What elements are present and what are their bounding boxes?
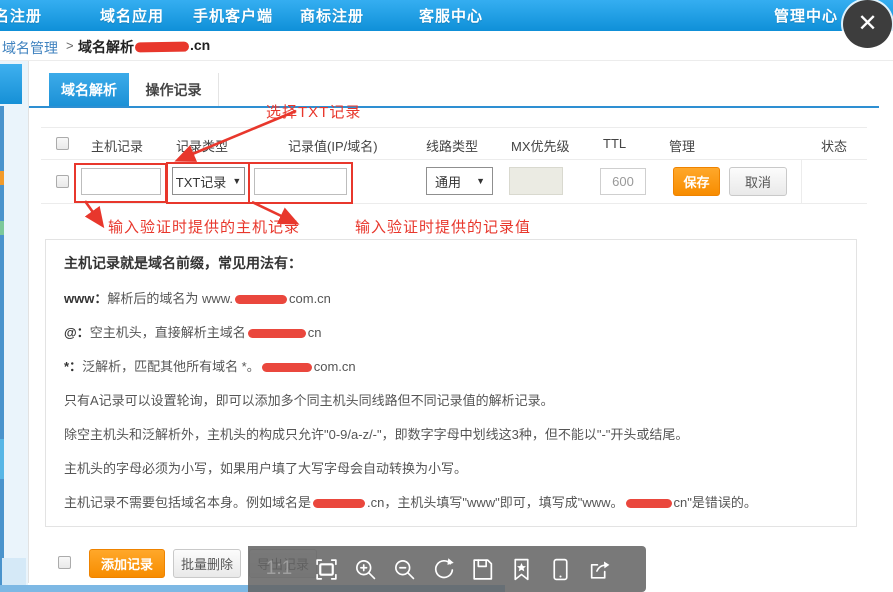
close-icon: ✕ bbox=[857, 12, 877, 36]
redaction-mark bbox=[262, 363, 312, 372]
redaction-mark bbox=[135, 42, 189, 53]
background-fragment bbox=[0, 221, 4, 235]
tab-operation-log[interactable]: 操作记录 bbox=[129, 73, 219, 107]
footer-select-all-checkbox[interactable] bbox=[58, 556, 71, 569]
background-page-strip bbox=[0, 61, 28, 592]
breadcrumb-domain-management[interactable]: 域名管理 bbox=[2, 38, 58, 58]
nav-item-account-center[interactable]: 管理中心▼ bbox=[774, 5, 853, 26]
background-fragment bbox=[0, 171, 4, 185]
close-button[interactable]: ✕ bbox=[843, 0, 892, 48]
nav-item-domain-register[interactable]: 名注册 bbox=[0, 5, 42, 26]
mx-priority-field-disabled bbox=[509, 167, 563, 195]
annotation-value-hint: 输入验证时提供的记录值 bbox=[355, 216, 531, 237]
rotate-icon[interactable] bbox=[430, 556, 456, 582]
help-line: *：泛解析，匹配其他所有域名 *。 com.cn bbox=[64, 356, 856, 375]
column-header-value: 记录值(IP/域名) bbox=[288, 136, 378, 155]
tab-dns-records[interactable]: 域名解析 bbox=[49, 73, 129, 107]
help-line: @：空主机头，直接解析主域名 cn bbox=[64, 322, 856, 341]
top-nav-bar: 名注册 域名应用 手机客户端 商标注册 客服中心 管理中心▼ bbox=[0, 0, 893, 31]
help-text-segment: 泛解析，匹配其他所有域名 *。 bbox=[82, 359, 260, 374]
annotation-host-hint: 输入验证时提供的主机记录 bbox=[108, 216, 300, 237]
account-center-label: 管理中心 bbox=[774, 8, 838, 25]
column-header-mx: MX优先级 bbox=[511, 136, 570, 155]
nav-item-trademark[interactable]: 商标注册 bbox=[300, 5, 364, 26]
redaction-mark bbox=[235, 295, 287, 304]
help-text-segment: www： bbox=[64, 291, 107, 306]
help-lines: www：解析后的域名为 www. com.cn @：空主机头，直接解析主域名 cn *：… bbox=[64, 288, 856, 527]
column-header-line: 线路类型 bbox=[426, 136, 478, 155]
help-text-segment: 除空主机头和泛解析外，主机头的构成只允许"0-9/a-z/-"，即数字字母中划线… bbox=[64, 427, 688, 442]
fit-screen-icon[interactable] bbox=[313, 556, 339, 582]
zoom-in-icon[interactable] bbox=[352, 556, 378, 582]
help-text-segment: .cn，主机头填写"www"即可，填写成"www。 bbox=[367, 495, 624, 510]
main-panel: 域名解析 操作记录 主机记录 记录类型 记录值(IP/域名) 线路类型 MX优先… bbox=[28, 61, 878, 583]
column-header-manage: 管理 bbox=[669, 136, 695, 155]
help-line: 除空主机头和泛解析外，主机头的构成只允许"0-9/a-z/-"，即数字字母中划线… bbox=[64, 424, 856, 443]
help-line: www：解析后的域名为 www. com.cn bbox=[64, 288, 856, 307]
add-record-button[interactable]: 添加记录 bbox=[89, 549, 165, 578]
batch-delete-button[interactable]: 批量删除 bbox=[173, 549, 241, 578]
column-header-type: 记录类型 bbox=[176, 136, 228, 155]
help-text-segment: cn bbox=[308, 325, 322, 340]
background-fragment bbox=[0, 64, 22, 104]
row-checkbox[interactable] bbox=[56, 175, 69, 188]
tab-underline bbox=[29, 106, 879, 108]
help-text-segment: 主机头的字母必须为小写，如果用户填了大写字母会自动转换为小写。 bbox=[64, 461, 467, 476]
bookmark-icon[interactable] bbox=[508, 556, 534, 582]
line-type-value: 通用 bbox=[435, 172, 461, 191]
annotation-box-type-select bbox=[166, 162, 250, 204]
help-text-segment: 空主机头，直接解析主域名 bbox=[90, 325, 246, 340]
breadcrumb-separator: > bbox=[66, 38, 74, 53]
zoom-level-label: 1:1 bbox=[258, 558, 300, 580]
help-text-segment: com.cn bbox=[314, 359, 356, 374]
redaction-mark bbox=[248, 329, 306, 338]
help-line: 主机记录不需要包括域名本身。例如域名是 .cn，主机头填写"www"即可，填写成"… bbox=[64, 492, 856, 511]
screenshot-viewer-toolbar: 1:1 bbox=[248, 546, 646, 592]
line-type-select[interactable]: 通用 ▼ bbox=[426, 167, 493, 195]
zoom-out-icon[interactable] bbox=[391, 556, 417, 582]
help-text-segment: cn"是错误的。 bbox=[674, 495, 757, 510]
help-line: 主机头的字母必须为小写，如果用户填了大写字母会自动转换为小写。 bbox=[64, 458, 856, 477]
help-text-segment: 只有A记录可以设置轮询，即可以添加多个同主机头同线路但不同记录值的解析记录。 bbox=[64, 393, 554, 408]
save-button[interactable]: 保存 bbox=[673, 167, 720, 196]
redaction-mark bbox=[313, 499, 365, 508]
save-icon[interactable] bbox=[469, 556, 495, 582]
annotation-box-host-input bbox=[74, 163, 167, 203]
domain-dns-page: 名注册 域名应用 手机客户端 商标注册 客服中心 管理中心▼ ✕ 域名管理 > … bbox=[0, 0, 893, 592]
ttl-input[interactable] bbox=[600, 168, 646, 195]
column-header-status: 状态 bbox=[821, 136, 847, 155]
column-divider bbox=[801, 160, 802, 204]
select-all-checkbox[interactable] bbox=[56, 137, 69, 150]
help-line: 主机头只能5级，比如a.b.c.d.e.z.cn允许，a.b.c.d.e.f..… bbox=[64, 526, 856, 527]
table-header-row: 主机记录 记录类型 记录值(IP/域名) 线路类型 MX优先级 TTL 管理 状… bbox=[41, 127, 867, 160]
annotation-box-value-input bbox=[248, 162, 353, 204]
nav-item-mobile-client[interactable]: 手机客户端 bbox=[193, 5, 273, 26]
column-header-host: 主机记录 bbox=[91, 136, 143, 155]
nav-item-support[interactable]: 客服中心 bbox=[419, 5, 483, 26]
background-fragment bbox=[0, 439, 4, 479]
help-box: 主机记录就是域名前缀，常见用法有： www：解析后的域名为 www. com.cn… bbox=[45, 239, 857, 527]
annotation-select-txt: 选择TXT记录 bbox=[266, 101, 361, 122]
help-text-segment: com.cn bbox=[289, 291, 331, 306]
cancel-button[interactable]: 取消 bbox=[729, 167, 787, 196]
device-icon[interactable] bbox=[547, 556, 573, 582]
redaction-mark bbox=[626, 499, 672, 508]
breadcrumb-current: 域名解析 bbox=[78, 37, 134, 57]
help-title: 主机记录就是域名前缀，常见用法有： bbox=[64, 253, 856, 273]
help-text-segment: 解析后的域名为 www. bbox=[107, 291, 233, 306]
help-text-segment: @： bbox=[64, 325, 90, 340]
nav-item-domain-apps[interactable]: 域名应用 bbox=[100, 5, 164, 26]
chevron-down-icon: ▼ bbox=[476, 176, 485, 186]
breadcrumb-domain-suffix: .cn bbox=[190, 37, 210, 53]
breadcrumb: 域名管理 > 域名解析 .cn bbox=[0, 31, 893, 61]
share-icon[interactable] bbox=[586, 556, 612, 582]
help-text-segment: *： bbox=[64, 359, 82, 374]
help-text-segment: 主机记录不需要包括域名本身。例如域名是 bbox=[64, 495, 311, 510]
help-line: 只有A记录可以设置轮询，即可以添加多个同主机头同线路但不同记录值的解析记录。 bbox=[64, 390, 856, 409]
column-header-ttl: TTL bbox=[603, 136, 626, 151]
